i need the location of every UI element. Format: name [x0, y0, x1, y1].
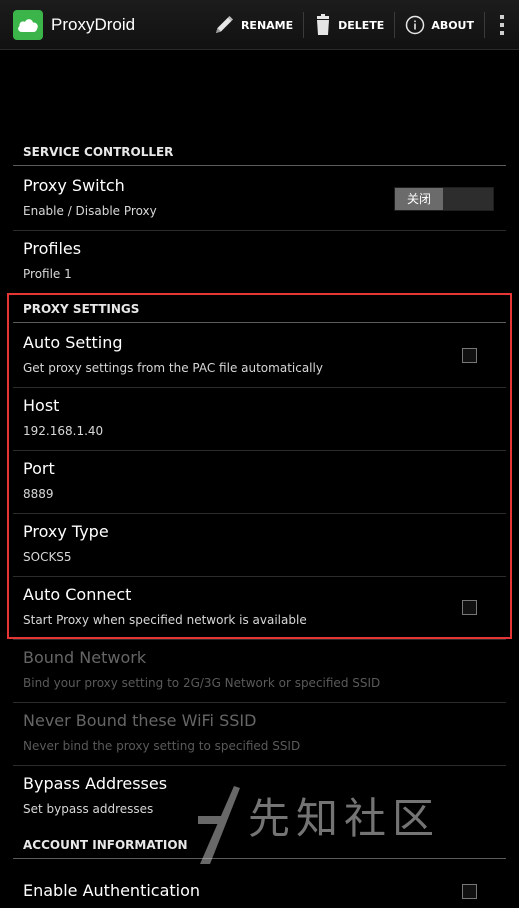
cloud-icon[interactable] [13, 9, 43, 40]
pref-title: Profiles [23, 239, 82, 258]
auto-setting-checkbox[interactable] [462, 348, 477, 363]
pref-auto-setting[interactable]: Auto Setting Get proxy settings from the… [13, 325, 506, 388]
pref-auto-connect[interactable]: Auto Connect Start Proxy when specified … [13, 577, 506, 640]
pref-title: Port [23, 459, 55, 478]
pref-summary: 192.168.1.40 [23, 424, 104, 438]
info-icon [406, 15, 425, 35]
preferences-list[interactable]: SERVICE CONTROLLER Proxy Switch Enable /… [0, 51, 519, 908]
pref-bypass-addresses[interactable]: Bypass Addresses Set bypass addresses [13, 766, 506, 829]
pref-never-bound-ssid: Never Bound these WiFi SSID Never bind t… [13, 703, 506, 766]
pref-title: Enable Authentication [23, 881, 201, 900]
pref-title: Proxy Switch [23, 176, 125, 195]
pref-summary: Start Proxy when specified network is av… [23, 613, 307, 627]
pref-profiles[interactable]: Profiles Profile 1 [13, 231, 506, 294]
pref-summary: 8889 [23, 487, 54, 501]
section-header-proxy: PROXY SETTINGS [13, 301, 506, 323]
delete-label: DELETE [338, 18, 385, 32]
pref-bound-network: Bound Network Bind your proxy setting to… [13, 640, 506, 703]
pref-title: Host [23, 396, 60, 415]
pref-title: Bypass Addresses [23, 774, 168, 793]
overflow-menu-button[interactable] [485, 8, 519, 42]
auto-connect-checkbox[interactable] [462, 600, 477, 615]
rename-label: RENAME [240, 18, 294, 32]
pref-title: Never Bound these WiFi SSID [23, 711, 257, 730]
pref-title: Auto Connect [23, 585, 132, 604]
section-header-service: SERVICE CONTROLLER [13, 144, 506, 166]
pref-enable-authentication[interactable]: Enable Authentication [13, 869, 506, 908]
about-label: ABOUT [431, 18, 474, 32]
pref-title: Auto Setting [23, 333, 123, 352]
trash-icon [317, 14, 330, 35]
pref-summary: Enable / Disable Proxy [23, 204, 157, 218]
pref-summary: Bind your proxy setting to 2G/3G Network… [23, 676, 381, 690]
pref-summary: Get proxy settings from the PAC file aut… [23, 361, 323, 375]
about-button[interactable]: ABOUT [395, 8, 484, 42]
pencil-icon [215, 16, 233, 33]
pref-summary: SOCKS5 [23, 550, 72, 564]
overflow-menu-icon [500, 15, 504, 35]
action-buttons: RENAME DELETE ABOUT [203, 0, 519, 50]
pref-title: Proxy Type [23, 522, 109, 541]
pref-host[interactable]: Host 192.168.1.40 [13, 388, 506, 451]
pref-summary: Never bind the proxy setting to specifie… [23, 739, 301, 753]
pref-title: Bound Network [23, 648, 147, 667]
pref-summary: Set bypass addresses [23, 802, 154, 816]
pref-proxy-switch[interactable]: Proxy Switch Enable / Disable Proxy 关闭 [13, 168, 506, 231]
app-title: ProxyDroid [51, 14, 136, 34]
section-header-account: ACCOUNT INFORMATION [13, 837, 506, 859]
pref-port[interactable]: Port 8889 [13, 451, 506, 514]
toggle-thumb: 关闭 [395, 188, 443, 210]
proxy-toggle-switch[interactable]: 关闭 [394, 187, 494, 211]
action-bar: ProxyDroid RENAME DELETE ABOUT [0, 0, 519, 50]
pref-summary: Profile 1 [23, 267, 72, 281]
pref-proxy-type[interactable]: Proxy Type SOCKS5 [13, 514, 506, 577]
enable-auth-checkbox[interactable] [462, 884, 477, 899]
delete-button[interactable]: DELETE [304, 8, 394, 42]
rename-button[interactable]: RENAME [203, 8, 303, 42]
